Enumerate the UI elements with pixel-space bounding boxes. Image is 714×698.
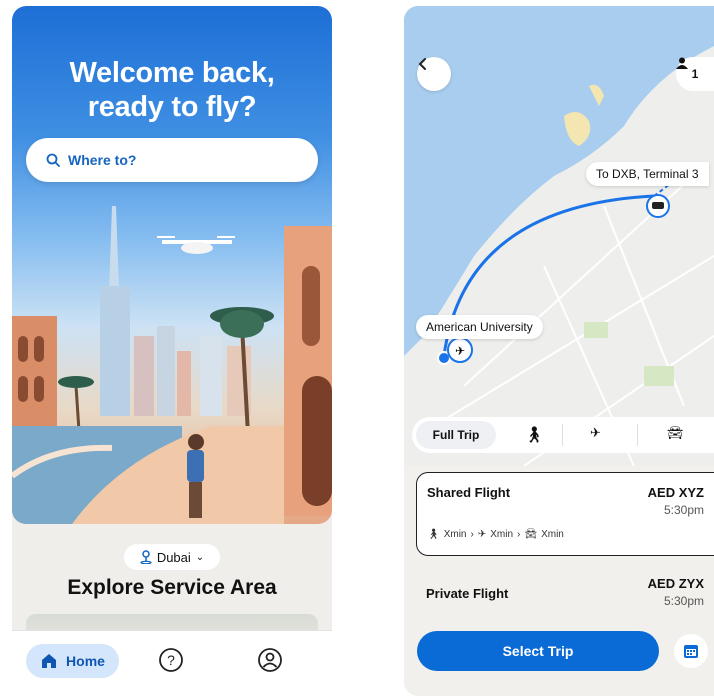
leg-walk-duration: Xmin xyxy=(443,529,467,540)
car-icon[interactable]: 🚘︎ xyxy=(667,425,684,441)
passenger-count: 1 xyxy=(691,67,699,81)
profile-icon xyxy=(258,648,282,672)
origin-label: American University xyxy=(416,315,543,339)
divider xyxy=(637,424,638,446)
home-icon xyxy=(42,654,57,668)
welcome-title: Welcome back, ready to fly? xyxy=(69,57,275,123)
section-title: Explore Service Area xyxy=(67,576,277,599)
option-name: Private Flight xyxy=(426,586,509,601)
back-button[interactable] xyxy=(417,57,451,91)
calendar-icon xyxy=(684,645,698,658)
tab-full-trip[interactable]: Full Trip xyxy=(416,421,496,449)
trip-mode-selector: Full Trip 🚶︎ ✈︎ 🚘︎ xyxy=(412,417,714,453)
tab-home-label: Home xyxy=(66,653,105,669)
svg-text:?: ? xyxy=(167,652,175,668)
schedule-button[interactable] xyxy=(674,634,708,668)
city-selector[interactable]: Dubai ⌄ xyxy=(124,544,220,570)
hero-banner: Welcome back, ready to fly? Where to? xyxy=(12,6,332,524)
trip-legs: 🚶︎ Xmin › ✈︎ Xmin › 🚘︎ Xmin xyxy=(427,529,564,540)
destination-label: To DXB, Terminal 3 xyxy=(586,162,709,186)
option-time: 5:30pm xyxy=(663,594,704,608)
svg-text:✈: ✈ xyxy=(455,344,465,358)
bottom-tab-bar: Home ? xyxy=(12,630,332,696)
search-placeholder: Where to? xyxy=(68,152,137,168)
leg-drive-duration: Xmin xyxy=(541,529,564,540)
tab-help[interactable]: ? xyxy=(158,647,184,678)
trip-option-shared[interactable]: Shared Flight AED XYZ 5:30pm 🚶︎ Xmin › ✈… xyxy=(416,472,714,556)
option-price: AED ZYX xyxy=(647,576,704,591)
walk-icon: 🚶︎ xyxy=(427,529,440,540)
search-bar[interactable]: Where to? xyxy=(26,138,318,182)
route-map[interactable]: ✈ 1 To DXB, Terminal 3 American Universi… xyxy=(404,6,714,466)
chevron-down-icon: ⌄ xyxy=(195,551,205,563)
chevron-right-icon: › xyxy=(517,529,521,540)
search-icon xyxy=(46,153,60,167)
car-icon: 🚘︎ xyxy=(524,529,538,540)
tab-home[interactable]: Home xyxy=(26,644,119,678)
person-icon xyxy=(676,57,688,69)
select-trip-button[interactable]: Select Trip xyxy=(417,631,659,671)
dubai-skyline-illustration xyxy=(12,206,332,524)
air-taxi-icon xyxy=(157,236,235,254)
divider xyxy=(562,424,563,446)
option-time: 5:30pm xyxy=(663,503,704,517)
home-screen: Welcome back, ready to fly? Where to? Du… xyxy=(12,6,332,696)
city-name: Dubai xyxy=(156,549,191,565)
air-taxi-icon[interactable]: ✈︎ xyxy=(590,425,601,441)
option-price: AED XYZ xyxy=(647,485,704,500)
help-icon: ? xyxy=(159,648,183,672)
air-taxi-icon: ✈︎ xyxy=(477,529,487,540)
walk-icon[interactable]: 🚶︎ xyxy=(524,425,544,445)
chevron-right-icon: › xyxy=(470,529,474,540)
passenger-count-button[interactable]: 1 xyxy=(676,57,714,91)
leg-fly-duration: Xmin xyxy=(490,529,514,540)
location-pin-icon xyxy=(140,550,152,564)
option-name: Shared Flight xyxy=(427,485,511,500)
trip-screen: ✈ 1 To DXB, Terminal 3 American Universi… xyxy=(404,6,714,696)
tab-profile[interactable] xyxy=(257,647,283,678)
trip-option-private[interactable]: Private Flight AED ZYX 5:30pm xyxy=(416,566,714,622)
chevron-left-icon xyxy=(418,58,426,70)
